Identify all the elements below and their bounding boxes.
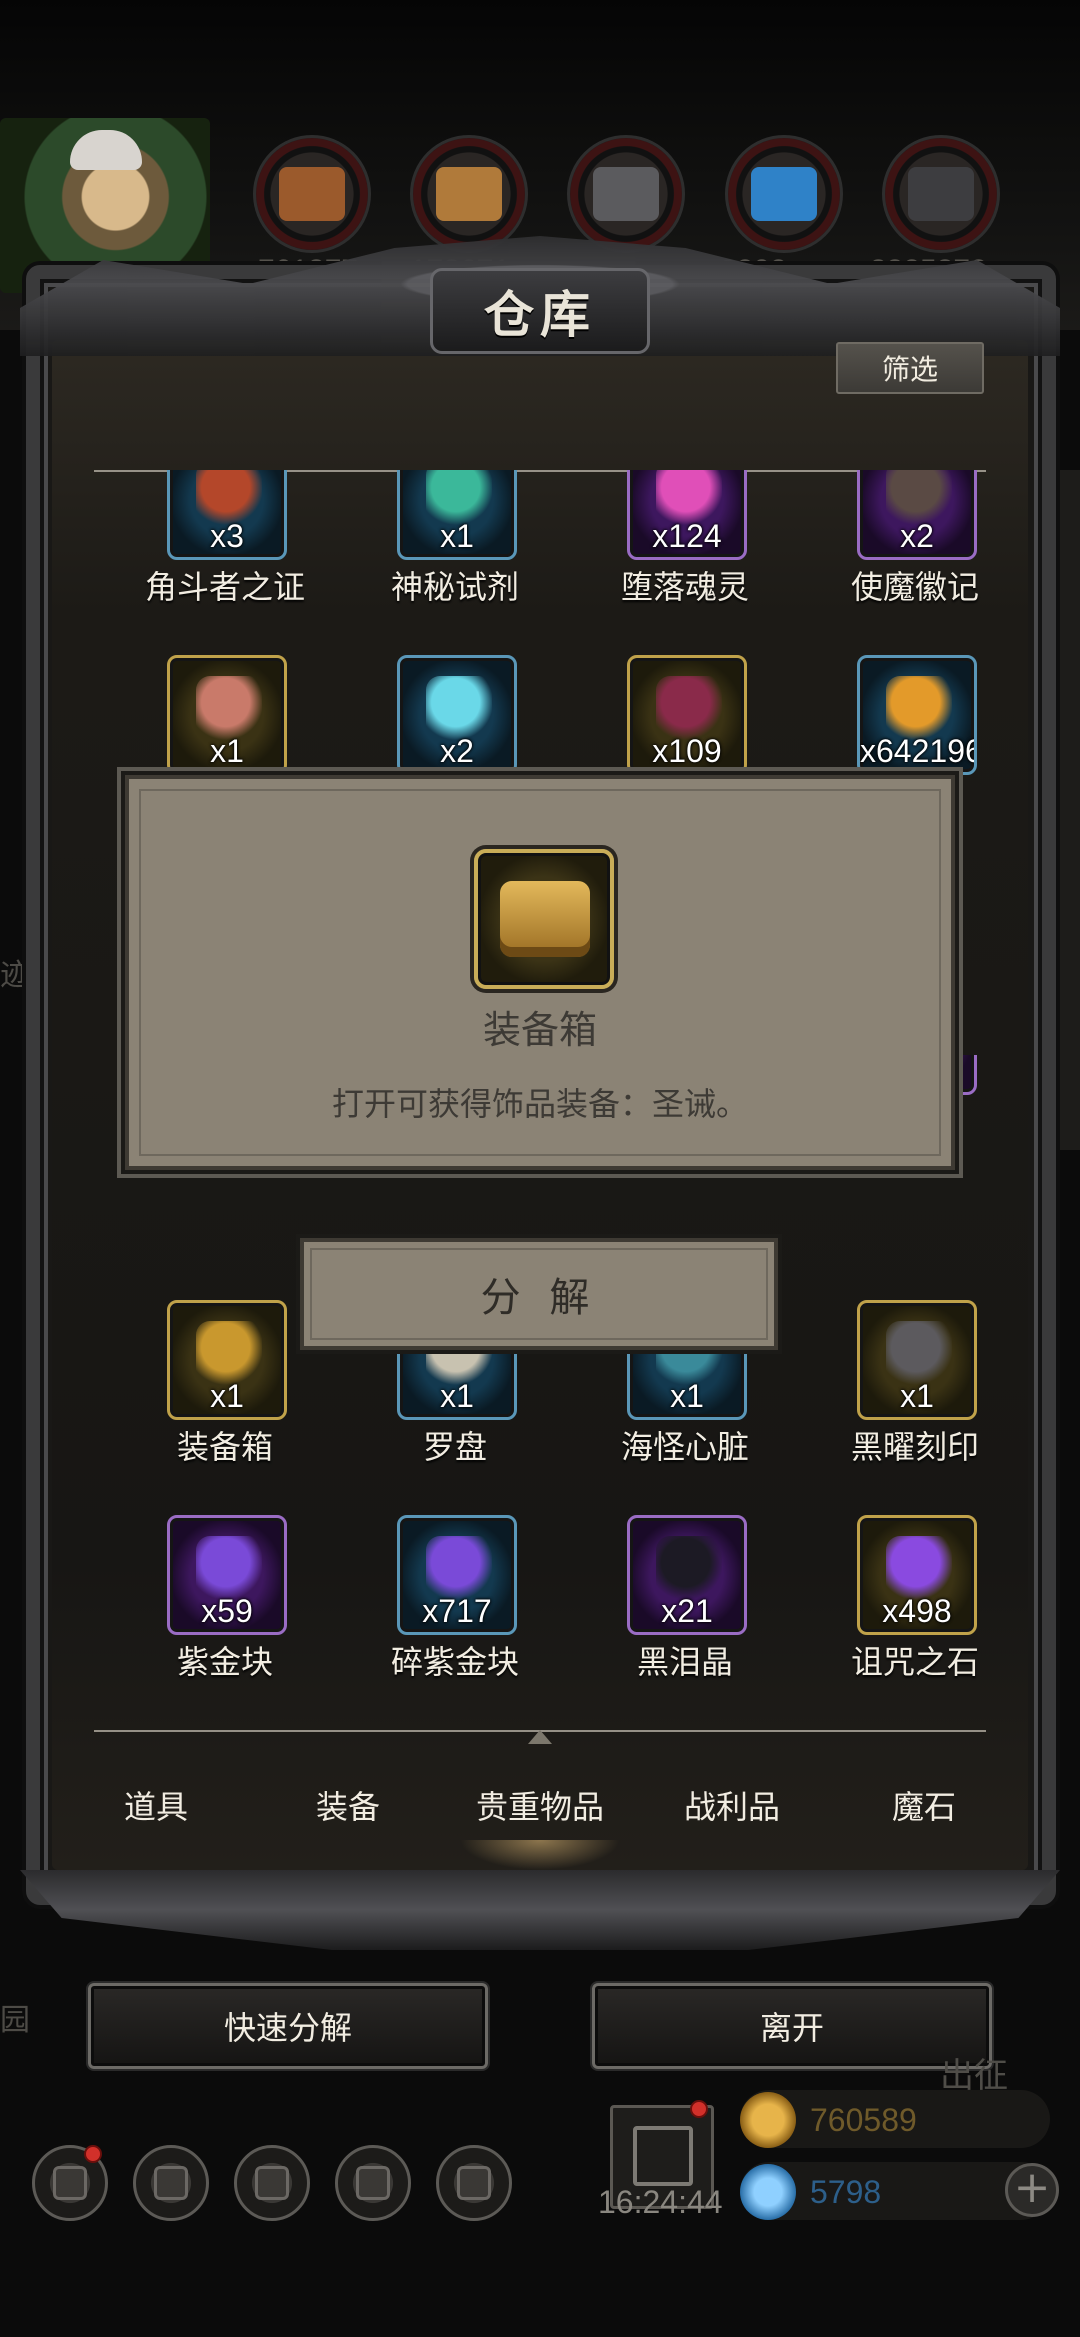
filter-button[interactable]: 筛选	[836, 342, 984, 394]
guild-button[interactable]	[234, 2145, 310, 2221]
iron-icon	[908, 167, 974, 221]
equipment-chest-icon	[500, 881, 590, 957]
tab-equipment[interactable]: 装备	[252, 1740, 444, 1870]
item-quantity: x1	[440, 518, 474, 554]
item-name: 诅咒之石	[850, 1643, 979, 1681]
diamond-amount: 5798	[810, 2173, 882, 2210]
item-name: 海怪心脏	[620, 1428, 749, 1466]
diamond-icon	[740, 2164, 796, 2220]
item-name: 罗盘	[422, 1428, 487, 1466]
decompose-button[interactable]: 分 解	[300, 1238, 778, 1350]
gold-coin-icon	[740, 2092, 796, 2148]
item-name: 使魔徽记	[850, 568, 979, 606]
resource-slot[interactable]	[725, 135, 843, 253]
gift-box-icon	[633, 2126, 693, 2186]
item-quantity: x1	[210, 733, 244, 769]
item-name: 黑曜刻印	[850, 1428, 979, 1466]
item-cell[interactable]: x59 紫金块	[110, 1515, 340, 1685]
helmet-icon	[154, 2166, 188, 2200]
gift-notification-dot	[690, 2100, 708, 2118]
resource-slot[interactable]	[410, 135, 528, 253]
leave-button[interactable]: 离开	[592, 1983, 992, 2069]
item-slot: x1	[167, 655, 287, 775]
item-quantity: x2	[900, 518, 934, 554]
mail-icon	[356, 2166, 390, 2200]
warehouse-title-plate: 仓库	[430, 268, 650, 354]
tooltip-item-description: 打开可获得饰品装备：圣诫。	[331, 1085, 748, 1123]
item-slot: x109	[627, 655, 747, 775]
item-quantity: x1	[210, 1378, 244, 1414]
crystal-icon	[751, 167, 817, 221]
item-slot: x21	[627, 1515, 747, 1635]
tooltip-item-name: 装备箱	[482, 1008, 597, 1052]
item-slot: x2	[397, 655, 517, 775]
add-currency-button[interactable]: +	[1005, 2163, 1059, 2217]
item-quantity: x59	[201, 1593, 253, 1629]
item-quantity: x109	[652, 733, 722, 769]
wood-icon	[436, 167, 502, 221]
tab-magic-stones[interactable]: 魔石	[828, 1740, 1020, 1870]
quick-decompose-button[interactable]: 快速分解	[88, 1983, 488, 2069]
resource-slot[interactable]	[882, 135, 1000, 253]
countdown-timer: 16:24:44	[598, 2184, 723, 2220]
banner-icon	[255, 2166, 289, 2200]
tab-items[interactable]: 道具	[60, 1740, 252, 1870]
mail-button[interactable]	[335, 2145, 411, 2221]
item-quantity: x2	[440, 733, 474, 769]
map-button[interactable]	[436, 2145, 512, 2221]
item-tooltip: 装备箱 打开可获得饰品装备：圣诫。	[125, 775, 955, 1170]
item-name: 角斗者之证	[144, 568, 305, 606]
item-name: 紫金块	[176, 1643, 273, 1681]
item-quantity: x3	[210, 518, 244, 554]
item-slot: x717	[397, 1515, 517, 1635]
item-name: 堕落魂灵	[620, 568, 749, 606]
item-slot: x1	[857, 1300, 977, 1420]
map-icon	[457, 2166, 491, 2200]
item-cell[interactable]: x21 黑泪晶	[570, 1515, 800, 1685]
category-tabs: 道具 装备 贵重物品 战利品 魔石	[60, 1740, 1020, 1870]
item-name: 碎紫金块	[390, 1643, 519, 1681]
item-slot: x59	[167, 1515, 287, 1635]
item-name: 黑泪晶	[636, 1643, 733, 1681]
item-quantity: x21	[661, 1593, 713, 1629]
gold-amount: 760589	[810, 2101, 917, 2138]
resource-slot[interactable]	[567, 135, 685, 253]
hero-button[interactable]	[133, 2145, 209, 2221]
item-quantity: x124	[652, 518, 722, 554]
item-quantity: x642196	[860, 733, 977, 769]
item-slot: x642196	[857, 655, 977, 775]
avatar-hair	[70, 130, 142, 170]
gold-display: 760589	[740, 2090, 1040, 2150]
item-cell[interactable]: x1 黑曜刻印	[800, 1300, 1030, 1470]
resource-slot[interactable]	[253, 135, 371, 253]
item-quantity: x498	[882, 1593, 952, 1629]
settings-notification-dot	[84, 2145, 102, 2163]
item-name: 神秘试剂	[390, 568, 519, 606]
item-quantity: x1	[670, 1378, 704, 1414]
gear-icon	[53, 2166, 87, 2200]
item-quantity: x1	[440, 1378, 474, 1414]
food-icon	[279, 167, 345, 221]
stone-icon	[593, 167, 659, 221]
frame-bottom-ornament	[20, 1870, 1060, 1950]
item-slot: x498	[857, 1515, 977, 1635]
item-slot: x1	[167, 1300, 287, 1420]
diamond-display: 5798	[740, 2162, 1040, 2222]
tab-loot[interactable]: 战利品	[636, 1740, 828, 1870]
item-quantity: x1	[900, 1378, 934, 1414]
item-cell[interactable]: x498 诅咒之石	[800, 1515, 1030, 1685]
side-label-left-bottom: 园	[0, 2003, 30, 2038]
item-quantity: x717	[422, 1593, 492, 1629]
tooltip-item-slot	[474, 849, 614, 989]
item-name: 装备箱	[176, 1428, 273, 1466]
item-cell[interactable]: x717 碎紫金块	[340, 1515, 570, 1685]
tab-valuables[interactable]: 贵重物品	[444, 1740, 636, 1870]
page-title: 仓库	[484, 285, 596, 344]
